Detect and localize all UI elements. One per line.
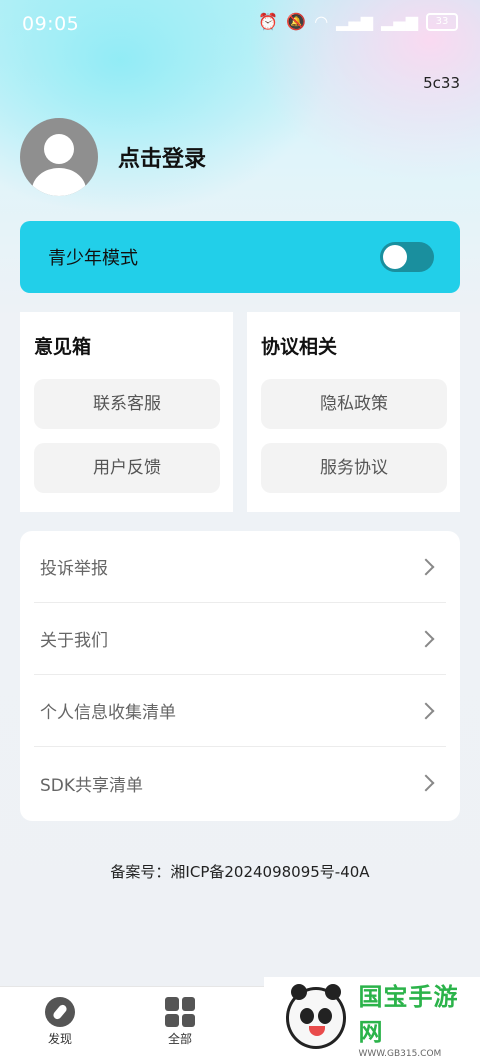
agreement-box: 协议相关 隐私政策 服务协议 (247, 312, 460, 512)
watermark-url: WWW.GB315.COM (358, 1048, 442, 1059)
nav-label: 全部 (167, 1032, 192, 1046)
chevron-right-icon (417, 558, 435, 575)
mute-icon: 🔕 (286, 12, 307, 31)
menu-item-sdk-list[interactable]: SDK共享清单 (34, 747, 446, 819)
contact-support-button[interactable]: 联系客服 (34, 379, 220, 429)
nav-item-all[interactable]: 全部 (140, 997, 220, 1047)
signal-icon: ▂▄▆ (336, 12, 374, 31)
menu-item-about[interactable]: 关于我们 (34, 603, 446, 675)
icp-record: 备案号：湘ICP备2024098095号-40A (110, 863, 370, 881)
nav-label: 发现 (47, 1032, 72, 1046)
nav-item-discover[interactable]: 发现 (20, 997, 100, 1047)
watermark: 国宝手游网 WWW.GB315.COM (264, 977, 480, 1059)
version-label: 5c33 (423, 74, 460, 92)
feedback-box-title: 意见箱 (34, 336, 92, 358)
wifi-icon: ◠ (314, 12, 329, 31)
status-icons: ⏰ 🔕 ◠ ▂▄▆ ▂▄▆ 33 (258, 12, 458, 32)
status-bar: 09:05 ⏰ 🔕 ◠ ▂▄▆ ▂▄▆ 33 (0, 0, 480, 48)
menu-item-label: SDK共享清单 (40, 775, 144, 796)
menu-item-report[interactable]: 投诉举报 (34, 531, 446, 603)
menu-item-label: 个人信息收集清单 (40, 703, 176, 723)
status-time: 09:05 (22, 13, 80, 35)
menu-item-personal-info-list[interactable]: 个人信息收集清单 (34, 675, 446, 747)
menu-item-label: 关于我们 (40, 631, 108, 651)
settings-menu: 投诉举报 关于我们 个人信息收集清单 SDK共享清单 (20, 531, 460, 821)
chevron-right-icon (417, 702, 435, 719)
avatar[interactable] (20, 118, 98, 196)
chevron-right-icon (417, 774, 435, 792)
menu-item-label: 投诉举报 (40, 559, 108, 579)
watermark-text: 国宝手游网 WWW.GB315.COM (358, 977, 480, 1059)
user-feedback-button[interactable]: 用户反馈 (34, 443, 220, 493)
login-link[interactable]: 点击登录 (118, 141, 206, 173)
avatar-body (32, 168, 86, 196)
toggle-knob (383, 245, 407, 269)
service-agreement-button[interactable]: 服务协议 (261, 443, 447, 493)
alarm-icon: ⏰ (258, 12, 279, 31)
teen-mode-card: 青少年模式 (20, 221, 460, 293)
privacy-policy-button[interactable]: 隐私政策 (261, 379, 447, 429)
chevron-right-icon (417, 630, 435, 647)
feedback-box: 意见箱 联系客服 用户反馈 (20, 312, 233, 512)
compass-icon (45, 997, 75, 1027)
teen-mode-toggle[interactable] (380, 242, 434, 272)
grid-icon (165, 997, 195, 1027)
battery-icon: 33 (426, 13, 458, 31)
agreement-box-title: 协议相关 (261, 336, 338, 358)
avatar-head (44, 134, 74, 164)
watermark-name: 国宝手游网 (358, 982, 459, 1046)
profile-header[interactable]: 点击登录 (20, 118, 206, 196)
teen-mode-label: 青少年模式 (48, 248, 138, 269)
panda-logo-icon (286, 983, 347, 1049)
signal-icon: ▂▄▆ (381, 12, 418, 31)
